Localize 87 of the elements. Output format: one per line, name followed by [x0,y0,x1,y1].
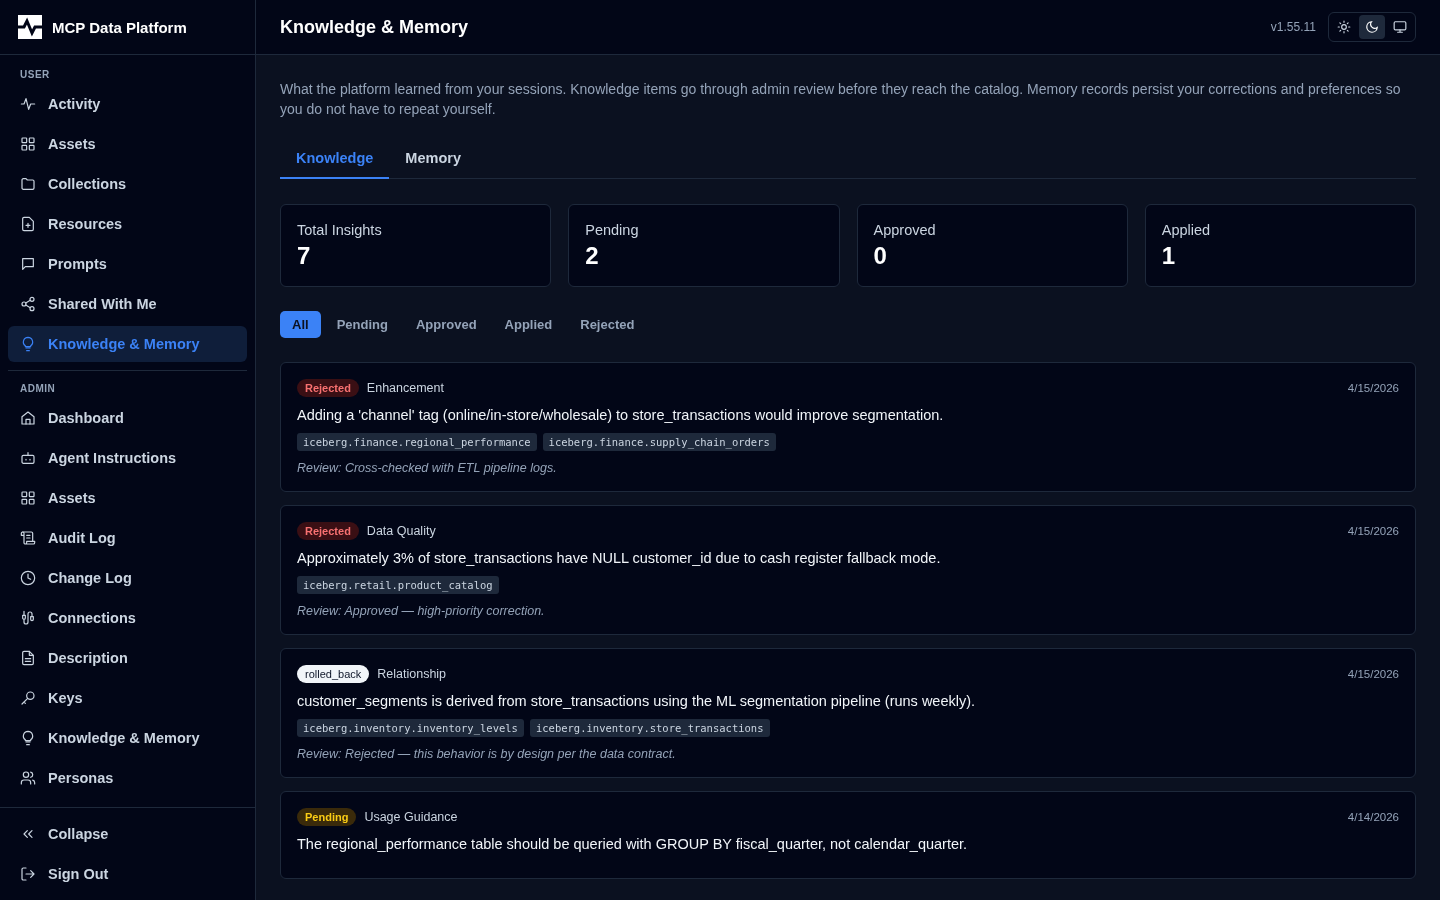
category-label: Enhancement [366,381,444,395]
sidebar-item[interactable]: Assets [8,126,247,162]
key-icon [20,690,36,706]
brand-name: MCP Data Platform [52,18,187,36]
insight-text: Approximately 3% of store_transactions have NULL customer_id due to cash register fallback mode. [297,550,942,566]
table-tag: iceberg.retail.product_catalog [297,576,499,594]
insight-text: customer_segments is derived from store_transactions using the ML segmentation pipeline (runs weekly). [297,693,977,709]
stat-value: 0 [873,242,888,270]
sidebar-item[interactable]: Shared With Me [8,286,247,322]
insight-text: Adding a 'channel' tag (online/in-store/wholesale) to store_transactions would improve segmentation. [297,407,945,423]
version-label: v1.55.11 [1270,20,1316,34]
sidebar-item[interactable]: Prompts [8,246,247,282]
sidebar-item[interactable]: Connections [8,600,247,636]
section-heading: USER [19,68,51,82]
chat-icon [20,256,36,272]
table-tag: iceberg.inventory.inventory_levels [297,719,524,737]
sidebar-item[interactable]: Agent Instructions [8,440,247,476]
moon-icon [1365,20,1379,34]
intro-text: What the platform learned from your sessions. Knowledge items go through admin review before they reach the catalog. Memory records persist your corrections and preferences so you do not have to repeat yourself. [280,80,1402,119]
users-icon [20,770,36,786]
grid-icon [20,490,36,506]
table-tag: iceberg.inventory.store_transactions [529,719,770,737]
date-label: 4/15/2026 [1347,382,1399,394]
sidebar-item[interactable]: Assets [8,480,247,516]
status-badge: Rejected [297,522,359,540]
tab[interactable]: Knowledge [280,141,390,179]
sidebar-item[interactable]: Activity [8,86,247,122]
home-icon [20,410,36,426]
stat-label: Approved [873,222,937,238]
file-icon [20,216,36,232]
sidebar-item[interactable]: Keys [8,680,247,716]
stat-value: 7 [297,242,312,270]
share-icon [20,296,36,312]
section-heading: ADMIN [19,382,57,396]
theme-button[interactable] [1359,15,1385,39]
stat-value: 2 [585,242,600,270]
sidebar-item[interactable]: Knowledge & Memory [8,326,247,362]
lightbulb-icon [20,336,36,352]
review-note: Review: Rejected — this behavior is by design per the data contract. [297,747,677,761]
stat-label: Pending [585,222,640,238]
sidebar-item[interactable]: Dashboard [8,400,247,436]
status-badge: Pending [297,808,357,826]
sign-out-icon [20,866,36,882]
table-tag: iceberg.finance.regional_performance [297,433,537,451]
scroll-icon [20,530,36,546]
date-label: 4/15/2026 [1347,668,1399,680]
sidebar-item[interactable]: Resources [8,206,247,242]
status-badge: rolled_back [297,665,370,683]
sidebar-item[interactable]: Audit Log [8,520,247,556]
sidebar-item[interactable]: Collections [8,166,247,202]
stat-label: Applied [1161,222,1212,238]
sun-icon [1337,20,1351,34]
status-badge: Rejected [297,379,359,397]
sidebar-item[interactable]: Change Log [8,560,247,596]
tab[interactable]: Memory [389,141,477,179]
logo-icon [18,15,42,39]
sidebar-item[interactable]: Personas [8,760,247,796]
clock-icon [20,570,36,586]
stat-value: 1 [1161,242,1177,270]
filter-button[interactable]: Pending [324,311,400,338]
filter-button[interactable]: All [280,311,321,338]
table-tag: iceberg.finance.supply_chain_orders [542,433,776,451]
filter-button[interactable]: Rejected [568,311,647,338]
category-label: Data Quality [366,524,436,538]
robot-icon [20,450,36,466]
date-label: 4/15/2026 [1347,525,1399,537]
plug-icon [20,610,36,626]
sidebar-action[interactable]: Collapse [8,816,247,852]
pulse-icon [20,96,36,112]
document-icon [20,650,36,666]
sidebar-item[interactable]: Description [8,640,247,676]
filter-button[interactable]: Applied [492,311,565,338]
insight-text: The regional_performance table should be queried with GROUP BY fiscal_quarter, not calendar_quarter. [297,836,969,852]
sidebar-action[interactable]: Sign Out [8,856,247,892]
grid-icon [20,136,36,152]
filter-button[interactable]: Approved [403,311,489,338]
category-label: Usage Guidance [364,810,458,824]
review-note: Review: Approved — high-priority correction. [297,604,546,618]
category-label: Relationship [377,667,447,681]
lightbulb-icon [20,730,36,746]
page-title: Knowledge & Memory [280,16,470,38]
review-note: Review: Cross-checked with ETL pipeline logs. [297,461,558,475]
folder-icon [20,176,36,192]
sidebar-item[interactable]: Knowledge & Memory [8,720,247,756]
monitor-icon [1393,20,1407,34]
date-label: 4/14/2026 [1347,811,1399,823]
stat-label: Total Insights [297,222,383,238]
